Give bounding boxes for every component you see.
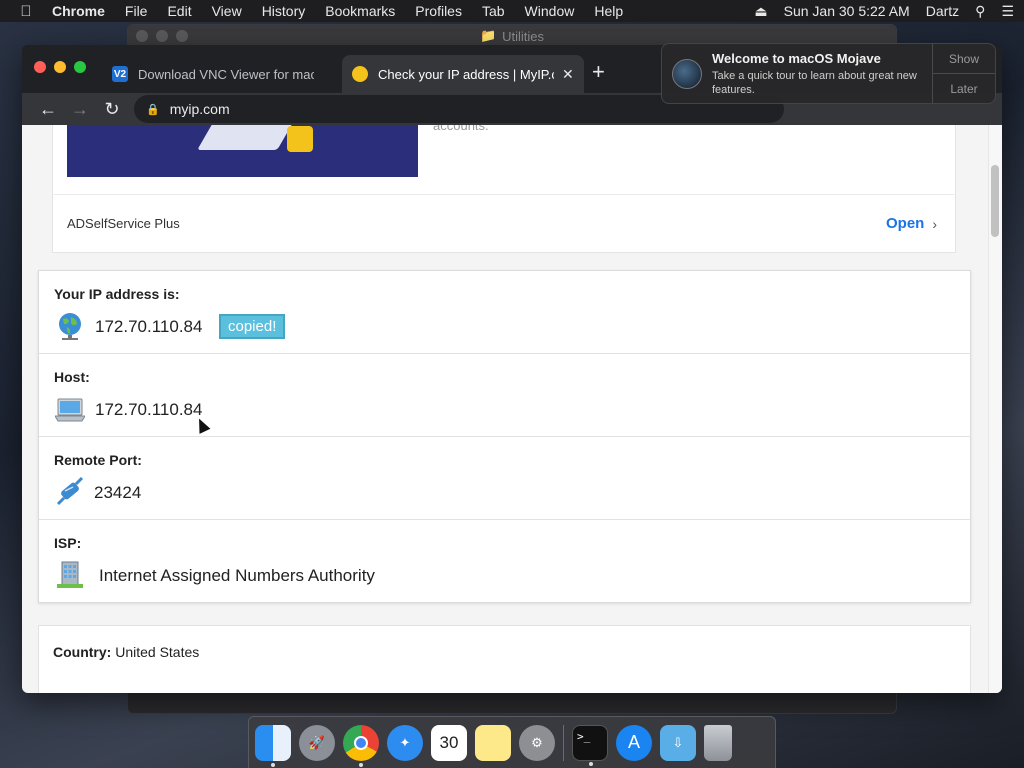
menu-help[interactable]: Help <box>594 3 623 19</box>
app-store-icon[interactable]: A <box>616 724 652 761</box>
tab-vnc-viewer[interactable]: V2 Download VNC Viewer for mac <box>102 55 324 93</box>
calendar-day: 30 <box>439 732 459 752</box>
office-building-icon <box>57 561 83 588</box>
tab-myip[interactable]: Check your IP address | MyIP.c ✕ <box>342 55 584 93</box>
close-tab-icon[interactable]: ✕ <box>562 66 574 83</box>
tab-title: Download VNC Viewer for mac <box>138 66 314 82</box>
laptop-icon <box>55 398 85 422</box>
ad-divider <box>53 194 955 195</box>
new-tab-button[interactable]: + <box>592 59 605 85</box>
menu-view[interactable]: View <box>212 3 242 19</box>
vnc-favicon-icon: V2 <box>112 66 128 82</box>
tab-title: Check your IP address | MyIP.c <box>378 66 554 82</box>
ip-address-value[interactable]: 172.70.110.84 <box>95 317 202 337</box>
isp-label: ISP: <box>54 535 82 551</box>
dock-separator <box>563 724 564 761</box>
page-viewport: accounts. ADSelfService Plus Open › Your… <box>22 125 1002 693</box>
menu-profiles[interactable]: Profiles <box>415 3 462 19</box>
macos-mojave-icon <box>672 59 702 89</box>
chrome-icon[interactable] <box>343 724 379 767</box>
status-area: ⏏ Sun Jan 30 5:22 AM Dartz ⚲ ☰ <box>738 3 1014 20</box>
notification-text: Welcome to macOS Mojave Take a quick tou… <box>712 44 932 103</box>
downloads-folder-icon[interactable]: ⇩ <box>660 724 696 761</box>
menu-bar:  Chrome File Edit View History Bookmark… <box>0 0 1024 22</box>
notification-actions: Show Later <box>932 44 995 103</box>
reload-icon[interactable]: ↻ <box>96 99 128 120</box>
terminal-icon[interactable]: >_ <box>572 724 608 766</box>
close-window-button[interactable] <box>34 61 46 73</box>
copied-badge: copied! <box>219 314 286 339</box>
notification-show-button[interactable]: Show <box>933 44 995 74</box>
country-line: Country: United States <box>53 644 199 660</box>
isp-row: ISP: Internet Assigned Numbers Authority <box>39 520 970 603</box>
trash-icon[interactable] <box>704 724 732 761</box>
folder-icon: 📁 <box>479 28 497 43</box>
system-preferences-icon[interactable]: ⚙ <box>519 724 555 761</box>
menu-bookmarks[interactable]: Bookmarks <box>325 3 395 19</box>
ad-open-label: Open <box>885 215 925 232</box>
myip-favicon-icon <box>352 66 368 82</box>
apple-menu-icon[interactable]:  <box>18 3 34 20</box>
menu-clock[interactable]: Sun Jan 30 5:22 AM <box>784 3 910 19</box>
zoom-window-button[interactable] <box>74 61 86 73</box>
spotlight-search-icon[interactable]: ⚲ <box>975 3 985 20</box>
menu-history[interactable]: History <box>262 3 306 19</box>
launchpad-icon[interactable]: 🚀 <box>299 724 335 761</box>
host-label: Host: <box>54 369 90 385</box>
country-value[interactable]: United States <box>115 644 199 660</box>
notification-title: Welcome to macOS Mojave <box>712 51 881 66</box>
background-window-title: Utilities <box>502 28 545 44</box>
ad-description: accounts. <box>433 125 489 133</box>
menu-user[interactable]: Dartz <box>926 3 959 19</box>
dock: 🚀 ✦ 30 ⚙ >_ A ⇩ <box>248 716 776 768</box>
menu-app-name[interactable]: Chrome <box>52 3 105 19</box>
background-window-buttons <box>136 30 188 42</box>
lock-icon[interactable]: 🔒 <box>146 103 160 116</box>
host-value[interactable]: 172.70.110.84 <box>95 400 202 420</box>
safari-icon[interactable]: ✦ <box>387 724 423 761</box>
calendar-icon[interactable]: 30 <box>431 724 467 761</box>
chevron-right-icon: › <box>932 215 937 232</box>
notes-icon[interactable] <box>475 724 511 761</box>
ad-banner-image[interactable] <box>67 125 418 177</box>
location-card: Country: United States <box>38 625 971 693</box>
padlock-illustration-icon <box>287 126 313 152</box>
window-controls <box>34 61 86 73</box>
host-row: Host: 172.70.110.84 <box>39 354 970 437</box>
country-label: Country: <box>53 644 112 660</box>
network-plug-icon <box>56 477 84 506</box>
ip-address-label: Your IP address is: <box>54 286 180 302</box>
remote-port-label: Remote Port: <box>54 452 142 468</box>
ad-advertiser-name: ADSelfService Plus <box>67 216 180 231</box>
chrome-window: V2 Download VNC Viewer for mac Check you… <box>22 45 1002 693</box>
keyboard-illustration <box>197 125 297 150</box>
forward-arrow-icon[interactable]: → <box>64 99 96 120</box>
page-scrollbar[interactable] <box>988 125 1002 693</box>
menu-edit[interactable]: Edit <box>167 3 191 19</box>
address-url: myip.com <box>169 101 230 117</box>
remote-port-value[interactable]: 23424 <box>94 483 141 503</box>
back-arrow-icon[interactable]: ← <box>32 99 64 120</box>
globe-icon <box>59 313 81 340</box>
remote-port-row: Remote Port: 23424 <box>39 437 970 520</box>
ip-info-card: Your IP address is: 172.70.110.84 copied… <box>38 270 971 603</box>
isp-value[interactable]: Internet Assigned Numbers Authority <box>99 566 375 586</box>
ip-address-row: Your IP address is: 172.70.110.84 copied… <box>39 271 970 354</box>
notification-later-button[interactable]: Later <box>933 74 995 103</box>
ad-open-button[interactable]: Open › <box>886 215 937 232</box>
menu-tab[interactable]: Tab <box>482 3 505 19</box>
minimize-window-button[interactable] <box>54 61 66 73</box>
notification-center-icon[interactable]: ☰ <box>1001 3 1014 20</box>
scrollbar-thumb[interactable] <box>991 165 999 237</box>
ad-card: accounts. ADSelfService Plus Open › <box>52 125 956 253</box>
finder-icon[interactable] <box>255 724 291 767</box>
menu-file[interactable]: File <box>125 3 148 19</box>
eject-icon[interactable]: ⏏ <box>754 3 767 20</box>
terminal-prompt: >_ <box>577 729 591 743</box>
mojave-welcome-notification[interactable]: Welcome to macOS Mojave Take a quick tou… <box>661 43 996 104</box>
menu-window[interactable]: Window <box>525 3 575 19</box>
notification-body: Take a quick tour to learn about great n… <box>712 70 917 96</box>
